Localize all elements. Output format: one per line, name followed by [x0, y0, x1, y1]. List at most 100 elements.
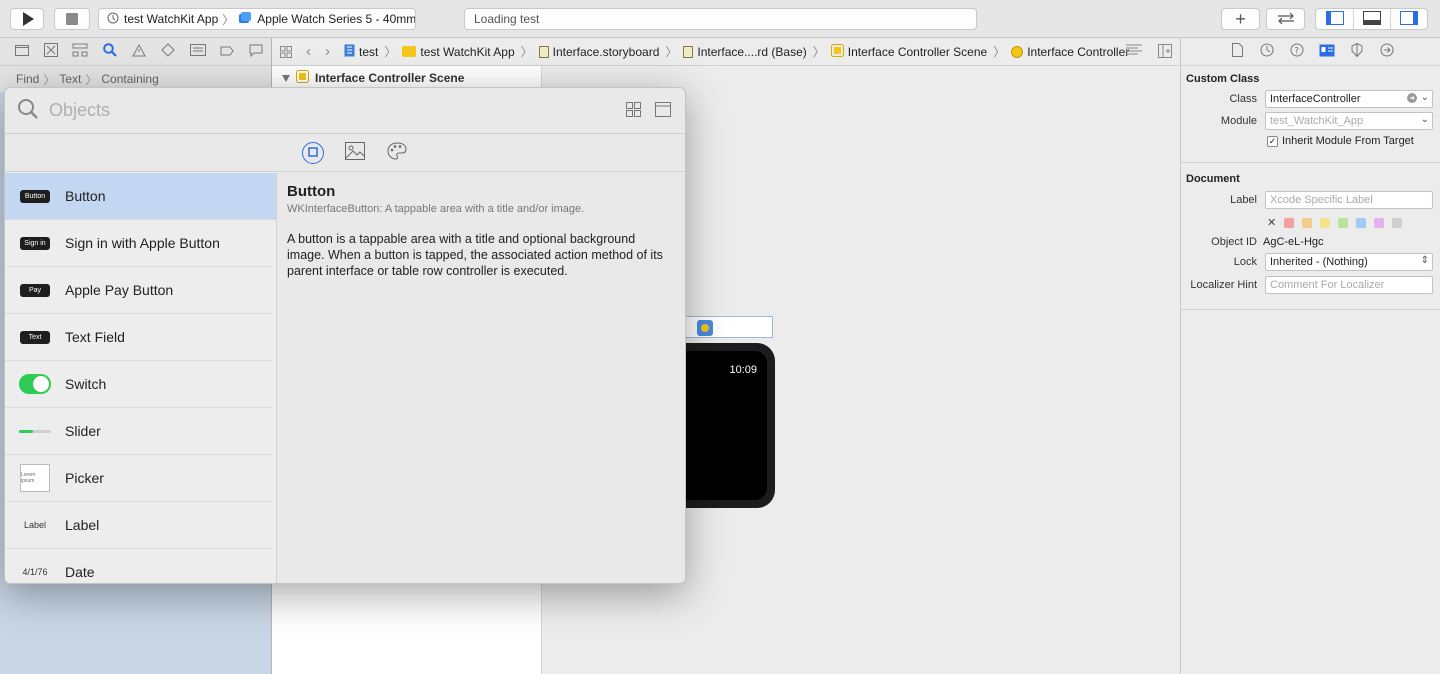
- color-swatch-blue[interactable]: [1356, 217, 1367, 228]
- chevron-right-icon: 〉: [812, 45, 825, 59]
- object-id-row: Object ID AgC-eL-Hgc: [1181, 233, 1440, 251]
- code-review-button[interactable]: [1267, 9, 1304, 29]
- find-type[interactable]: Text: [59, 72, 81, 86]
- run-button[interactable]: [10, 8, 44, 30]
- file-inspector-tab[interactable]: [1227, 42, 1247, 62]
- library-item-slider[interactable]: Slider: [5, 408, 272, 455]
- breakpoint-navigator-tab[interactable]: [212, 38, 241, 66]
- toolbar: test WatchKit App 〉 Apple Watch Series 5…: [0, 0, 1440, 38]
- library-button[interactable]: +: [1222, 9, 1259, 29]
- source-control-tab[interactable]: [36, 38, 65, 66]
- help-inspector-tab[interactable]: ?: [1287, 42, 1307, 62]
- storyboard-file-icon: [683, 45, 694, 58]
- file-icon: [1231, 43, 1243, 60]
- library-item-picker[interactable]: Lorem ipsum Picker: [5, 455, 272, 502]
- stop-button[interactable]: [54, 8, 90, 30]
- report-navigator-tab[interactable]: [242, 38, 271, 66]
- find-navigator-tab[interactable]: [95, 38, 124, 66]
- identity-inspector-tab[interactable]: [1317, 42, 1337, 62]
- detail-view-icon[interactable]: [655, 102, 671, 120]
- library-detail-pane: Button WKInterfaceButton: A tappable are…: [277, 173, 685, 583]
- chevron-right-icon: 〉: [993, 45, 1006, 59]
- go-to-class-icon[interactable]: [1406, 92, 1418, 107]
- debug-navigator-tab[interactable]: [183, 38, 212, 66]
- clear-color-icon[interactable]: ✕: [1267, 216, 1276, 229]
- folder-icon: [14, 44, 29, 59]
- symbol-navigator-tab[interactable]: [66, 38, 95, 66]
- library-item-date[interactable]: 4/1/76 Date: [5, 549, 272, 583]
- library-item-apple-pay[interactable]: Pay Apple Pay Button: [5, 267, 272, 314]
- toggle-debug-area-button[interactable]: [1353, 9, 1390, 29]
- chevron-right-icon: 〉: [520, 45, 533, 59]
- color-swatch-gray[interactable]: [1392, 217, 1403, 228]
- crumb-scene[interactable]: Interface Controller Scene: [830, 43, 987, 60]
- connections-inspector-tab[interactable]: [1377, 42, 1397, 62]
- class-value: InterfaceController: [1270, 93, 1361, 105]
- module-label: Module: [1220, 115, 1257, 127]
- chevron-down-icon[interactable]: ⌄: [1421, 92, 1429, 103]
- editor-options-icon[interactable]: [1126, 44, 1142, 61]
- bottom-panel-icon: [1363, 10, 1381, 28]
- grid-view-icon[interactable]: [626, 102, 641, 120]
- lock-popup[interactable]: Inherited - (Nothing) ⇕: [1265, 253, 1433, 271]
- test-navigator-tab[interactable]: [154, 38, 183, 66]
- updown-chevron-icon[interactable]: ⇕: [1421, 255, 1429, 266]
- gauge-icon: [189, 44, 206, 59]
- crumb-controller[interactable]: Interface Controller: [1011, 45, 1129, 59]
- objects-tab[interactable]: [302, 141, 324, 164]
- library-item-label: Apple Pay Button: [65, 282, 174, 298]
- scheme-selector[interactable]: test WatchKit App 〉 Apple Watch Series 5…: [98, 8, 416, 30]
- crumb-base[interactable]: Interface....rd (Base): [683, 45, 807, 59]
- find-match[interactable]: Containing: [101, 72, 158, 86]
- color-swatch-purple[interactable]: [1374, 217, 1385, 228]
- arrows-left-right-icon: [1276, 12, 1296, 27]
- localizer-hint-field[interactable]: Comment For Localizer: [1265, 276, 1433, 294]
- color-swatch-green[interactable]: [1338, 217, 1349, 228]
- color-swatch-red[interactable]: [1284, 217, 1295, 228]
- color-swatch-yellow[interactable]: [1320, 217, 1331, 228]
- disclosure-triangle-icon[interactable]: [282, 74, 290, 82]
- library-item-sign-in-with-apple[interactable]: Sign in Sign in with Apple Button: [5, 220, 272, 267]
- issue-navigator-tab[interactable]: [124, 38, 153, 66]
- crumb-storyboard-label: Interface.storyboard: [552, 44, 660, 59]
- color-swatch-orange[interactable]: [1302, 217, 1313, 228]
- breakpoint-icon: [220, 45, 234, 59]
- add-editor-icon[interactable]: [1158, 44, 1172, 61]
- library-button-group: +: [1221, 8, 1260, 30]
- library-item-text-field[interactable]: Text Text Field: [5, 314, 272, 361]
- class-combobox[interactable]: InterfaceController ⌄: [1265, 90, 1433, 108]
- project-navigator-tab[interactable]: [7, 38, 36, 66]
- back-icon[interactable]: ‹: [306, 43, 311, 60]
- inherit-module-checkbox[interactable]: ✓ Inherit Module From Target: [1267, 135, 1414, 147]
- attributes-inspector-tab[interactable]: [1347, 42, 1367, 62]
- toggle-navigator-button[interactable]: [1316, 9, 1353, 29]
- module-combobox[interactable]: test_WatchKit_App ⌄: [1265, 112, 1433, 130]
- library-item-button[interactable]: Button Button: [5, 173, 276, 220]
- inspector-pane: ? Custom Class Class InterfaceController…: [1180, 38, 1440, 674]
- crumb-storyboard[interactable]: Interface.storyboard: [538, 44, 660, 59]
- colors-tab[interactable]: [386, 142, 408, 164]
- interface-controller-icon[interactable]: [697, 320, 713, 336]
- outline-scene-label: Interface Controller Scene: [315, 71, 465, 85]
- scene-dock[interactable]: [683, 316, 773, 338]
- document-title: Document: [1186, 173, 1240, 185]
- media-tab[interactable]: [344, 142, 366, 164]
- chevron-right-icon: 〉: [384, 45, 397, 59]
- library-search-input[interactable]: [49, 100, 549, 121]
- library-item-switch[interactable]: Switch: [5, 361, 272, 408]
- history-inspector-tab[interactable]: [1257, 42, 1277, 62]
- forward-icon[interactable]: ›: [325, 43, 330, 60]
- library-item-label-text: Label: [65, 517, 100, 533]
- crumb-target[interactable]: test WatchKit App: [402, 45, 515, 59]
- chevron-down-icon[interactable]: ⌄: [1421, 114, 1429, 125]
- watchkit-app-icon: [107, 12, 119, 27]
- library-item-label[interactable]: Label Label: [5, 502, 272, 549]
- search-icon: [102, 43, 117, 60]
- find-mode[interactable]: Find: [16, 72, 39, 86]
- crumb-project[interactable]: test: [344, 44, 378, 60]
- related-items-icon[interactable]: [280, 45, 292, 58]
- xcode-label-field[interactable]: Xcode Specific Label: [1265, 191, 1433, 209]
- apple-pay-thumb: Pay: [20, 283, 50, 297]
- checkmark-icon[interactable]: ✓: [1267, 135, 1278, 147]
- toggle-inspector-button[interactable]: [1390, 9, 1427, 29]
